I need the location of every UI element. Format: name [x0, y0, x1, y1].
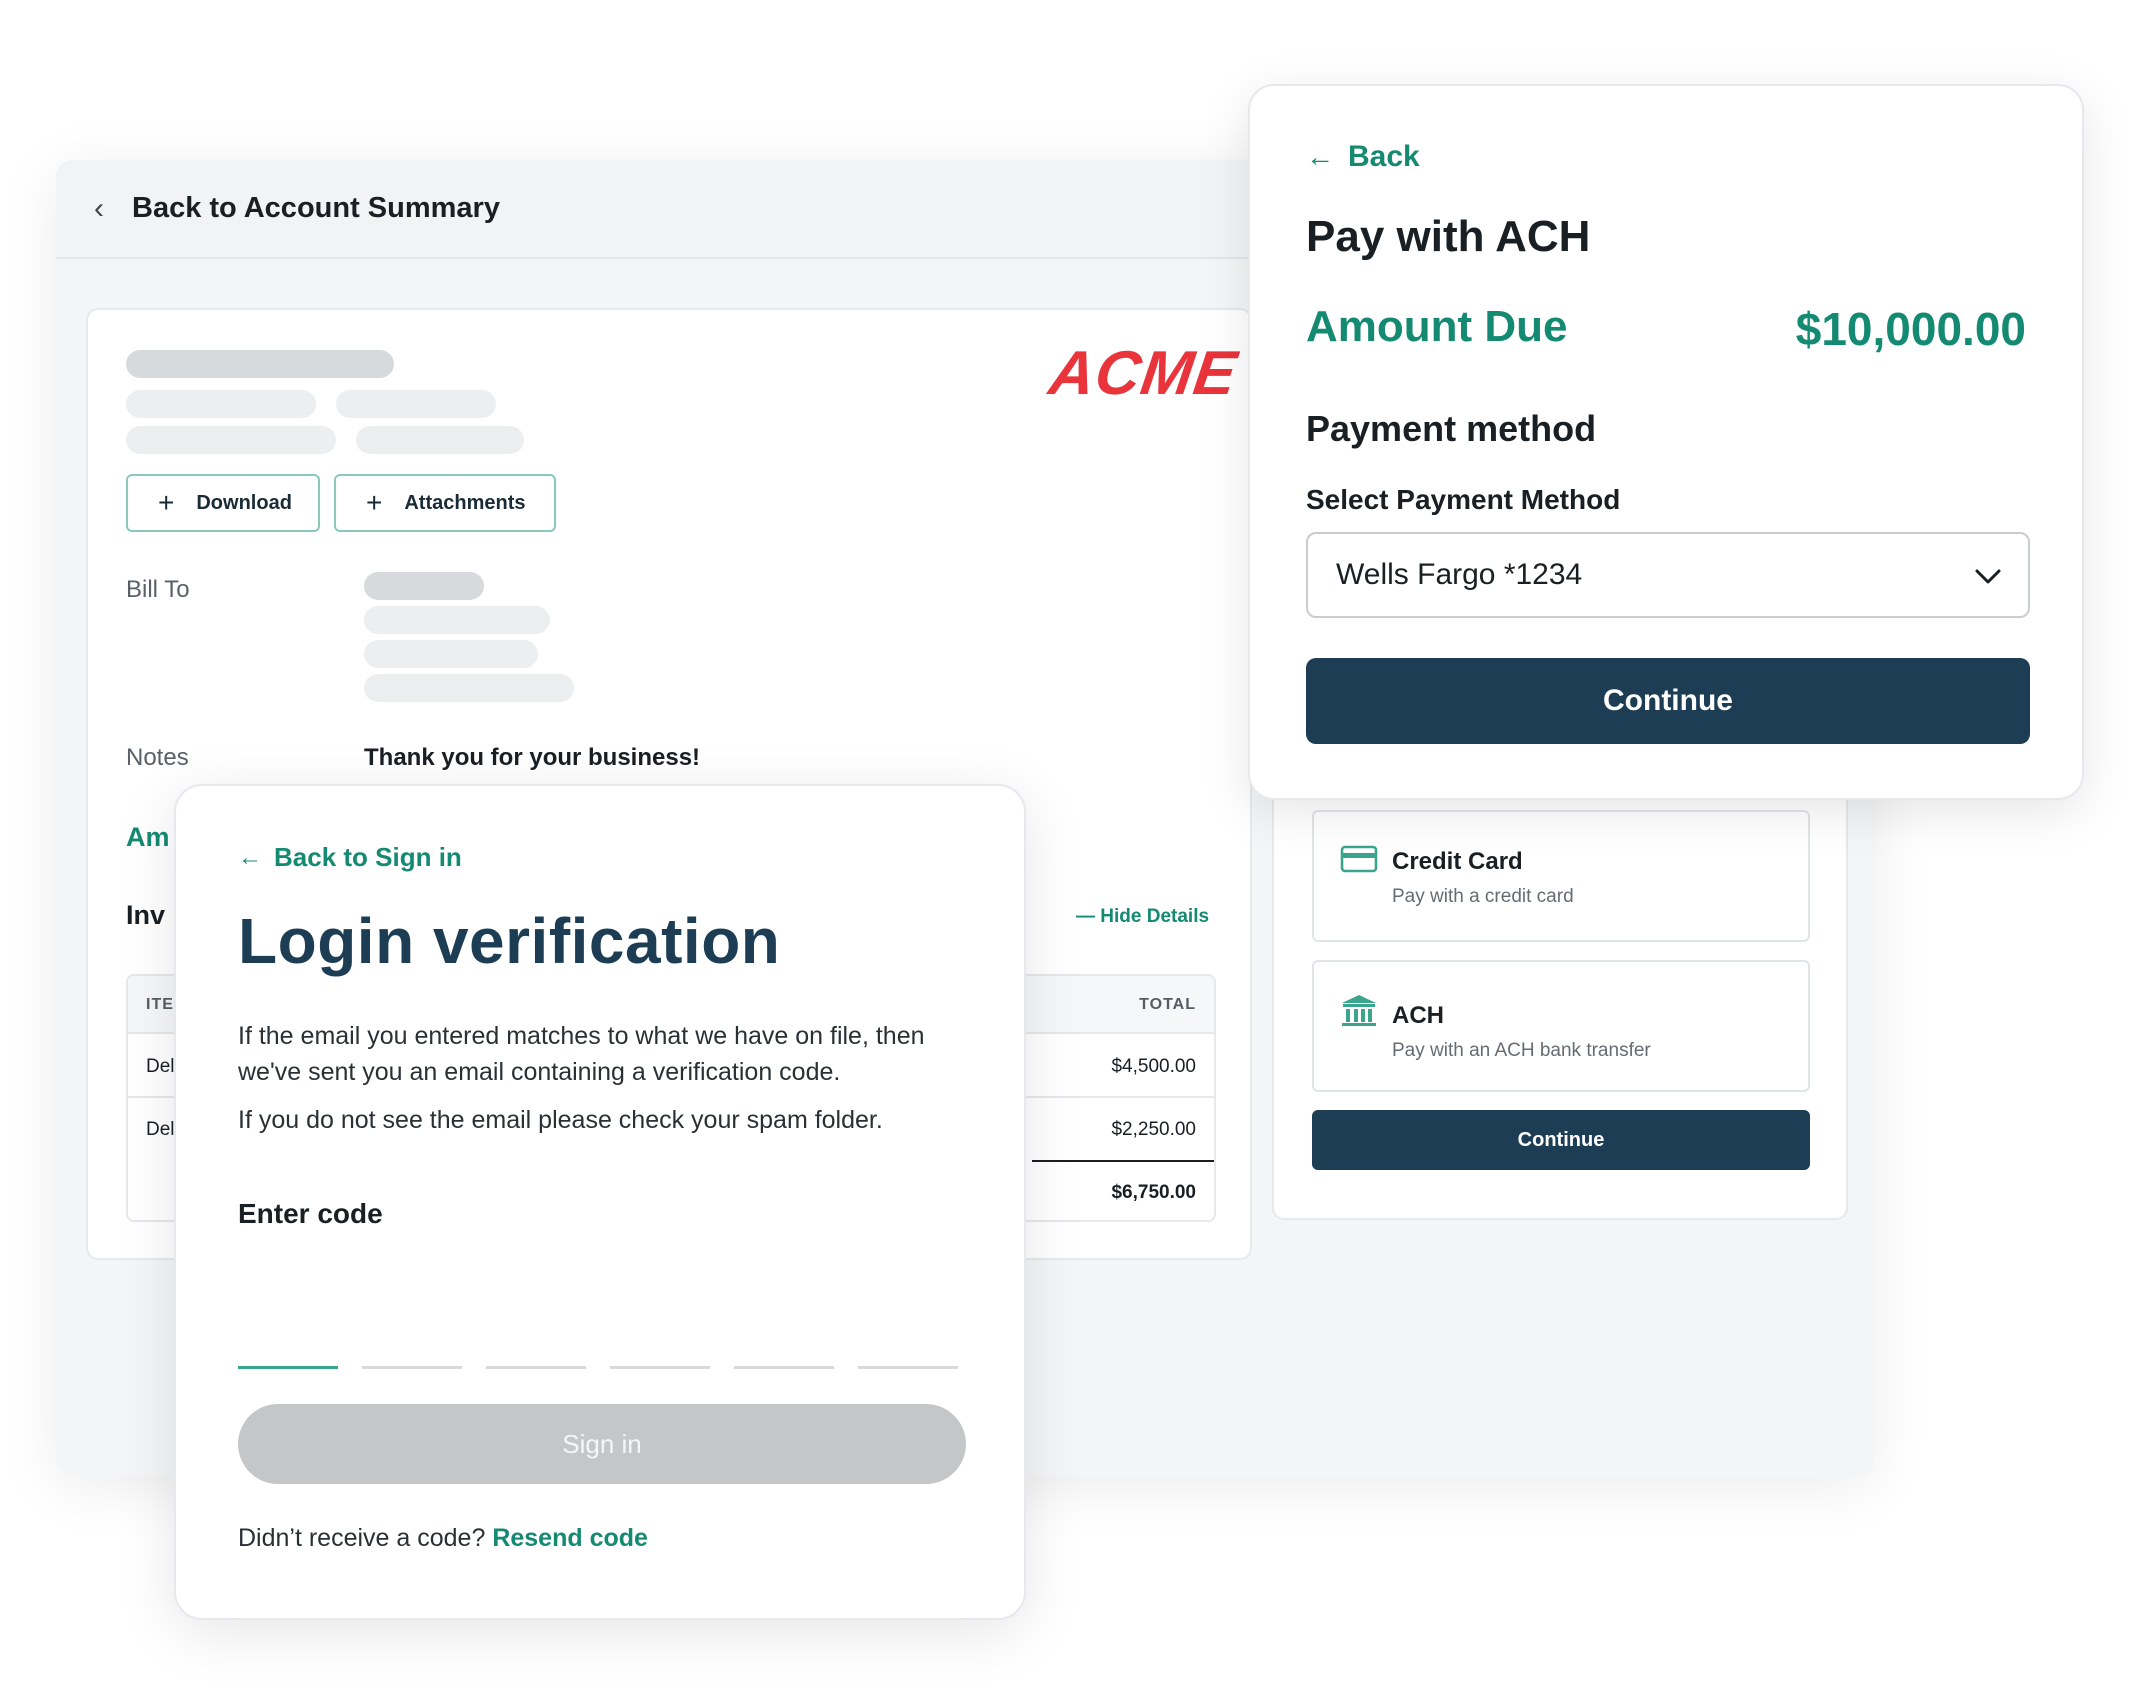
credit-card-icon [1340, 845, 1378, 873]
payment-option-subtitle: Pay with a credit card [1392, 886, 1574, 907]
code-digit-input[interactable] [610, 1366, 710, 1369]
payment-option-ach[interactable]: ACH Pay with an ACH bank transfer [1312, 960, 1810, 1092]
selected-payment-method: Wells Fargo *1234 [1336, 558, 1583, 591]
payment-method-select[interactable]: Wells Fargo *1234 [1306, 532, 2030, 618]
skeleton-line [364, 674, 574, 702]
acme-logo: ACME [1045, 339, 1242, 408]
skeleton-line [336, 390, 496, 418]
skeleton-line [126, 350, 394, 378]
back-link-label: Back [1348, 140, 1420, 173]
code-digit-input[interactable] [858, 1366, 958, 1369]
back-link[interactable]: ← Back [1306, 140, 1420, 174]
skeleton-line [364, 606, 550, 634]
chevron-left-icon[interactable]: ‹ [94, 193, 104, 224]
back-to-sign-in-label: Back to Sign in [274, 842, 462, 872]
amount-due-label: Amount Due [1306, 302, 1568, 351]
payment-option-title: Credit Card [1392, 848, 1523, 875]
column-header-total: TOTAL [1139, 996, 1196, 1013]
attachments-button-label: Attachments [404, 491, 526, 514]
code-digit-input[interactable] [238, 1366, 338, 1369]
invoice-details-heading: Inv [126, 900, 166, 930]
skeleton-line [126, 390, 316, 418]
code-digit-input[interactable] [362, 1366, 462, 1369]
arrow-left-icon: ← [1306, 141, 1334, 172]
skeleton-line [356, 426, 524, 454]
continue-button[interactable]: Continue [1306, 658, 2030, 744]
code-digit-input[interactable] [734, 1366, 834, 1369]
code-digit-input[interactable] [486, 1366, 586, 1369]
amount-label: Am [126, 822, 170, 852]
spam-folder-hint: If you do not see the email please check… [238, 1106, 883, 1134]
payment-option-title: ACH [1392, 1002, 1444, 1029]
sign-in-button[interactable]: Sign in [238, 1404, 966, 1484]
skeleton-line [364, 572, 484, 600]
plus-icon: + [158, 487, 175, 518]
notes-label: Notes [126, 744, 189, 771]
attachments-button[interactable]: + Attachments [334, 474, 556, 532]
table-row-total: $2,250.00 [1111, 1119, 1196, 1140]
resend-prompt: Didn’t receive a code? [238, 1524, 493, 1552]
table-row-item: Del [146, 1119, 175, 1140]
chevron-down-icon [1975, 569, 2001, 584]
page-title: Login verification [238, 905, 781, 977]
skeleton-line [126, 426, 336, 454]
payment-method-heading: Payment method [1306, 408, 1597, 449]
back-to-sign-in-link[interactable]: ← Back to Sign in [238, 842, 462, 873]
page-title: Pay with ACH [1306, 212, 1591, 261]
resend-code-link[interactable]: Resend code [492, 1524, 648, 1552]
select-payment-method-label: Select Payment Method [1306, 484, 1621, 515]
payment-option-subtitle: Pay with an ACH bank transfer [1392, 1040, 1651, 1061]
arrow-left-icon: ← [238, 843, 262, 871]
grand-total: $6,750.00 [1111, 1182, 1196, 1203]
plus-icon: + [366, 487, 383, 518]
table-row-item: Del [146, 1056, 175, 1077]
bill-to-label: Bill To [126, 576, 190, 603]
minus-icon: — [1076, 906, 1101, 927]
download-button[interactable]: + Download [126, 474, 320, 532]
total-divider [1032, 1160, 1214, 1162]
hide-details-label: Hide Details [1100, 906, 1210, 927]
bank-icon [1342, 995, 1376, 1026]
table-row-total: $4,500.00 [1111, 1056, 1196, 1077]
pay-with-ach-panel: ← Back Pay with ACH Amount Due $10,000.0… [1248, 84, 2084, 800]
download-button-label: Download [196, 491, 292, 514]
enter-code-label: Enter code [238, 1198, 383, 1229]
notes-text: Thank you for your business! [364, 744, 701, 771]
payment-option-credit-card[interactable]: Credit Card Pay with a credit card [1312, 810, 1810, 942]
back-to-account-summary-link[interactable]: Back to Account Summary [132, 192, 500, 225]
hide-details-link[interactable]: — Hide Details [1076, 906, 1209, 928]
amount-due-value: $10,000.00 [1795, 303, 2026, 355]
verification-instructions: If the email you entered matches to what… [238, 1022, 925, 1086]
continue-button[interactable]: Continue [1312, 1110, 1810, 1170]
login-verification-panel: ← Back to Sign in Login verification If … [174, 784, 1026, 1620]
skeleton-line [364, 640, 538, 668]
resend-code-row: Didn’t receive a code? Resend code [238, 1524, 648, 1553]
